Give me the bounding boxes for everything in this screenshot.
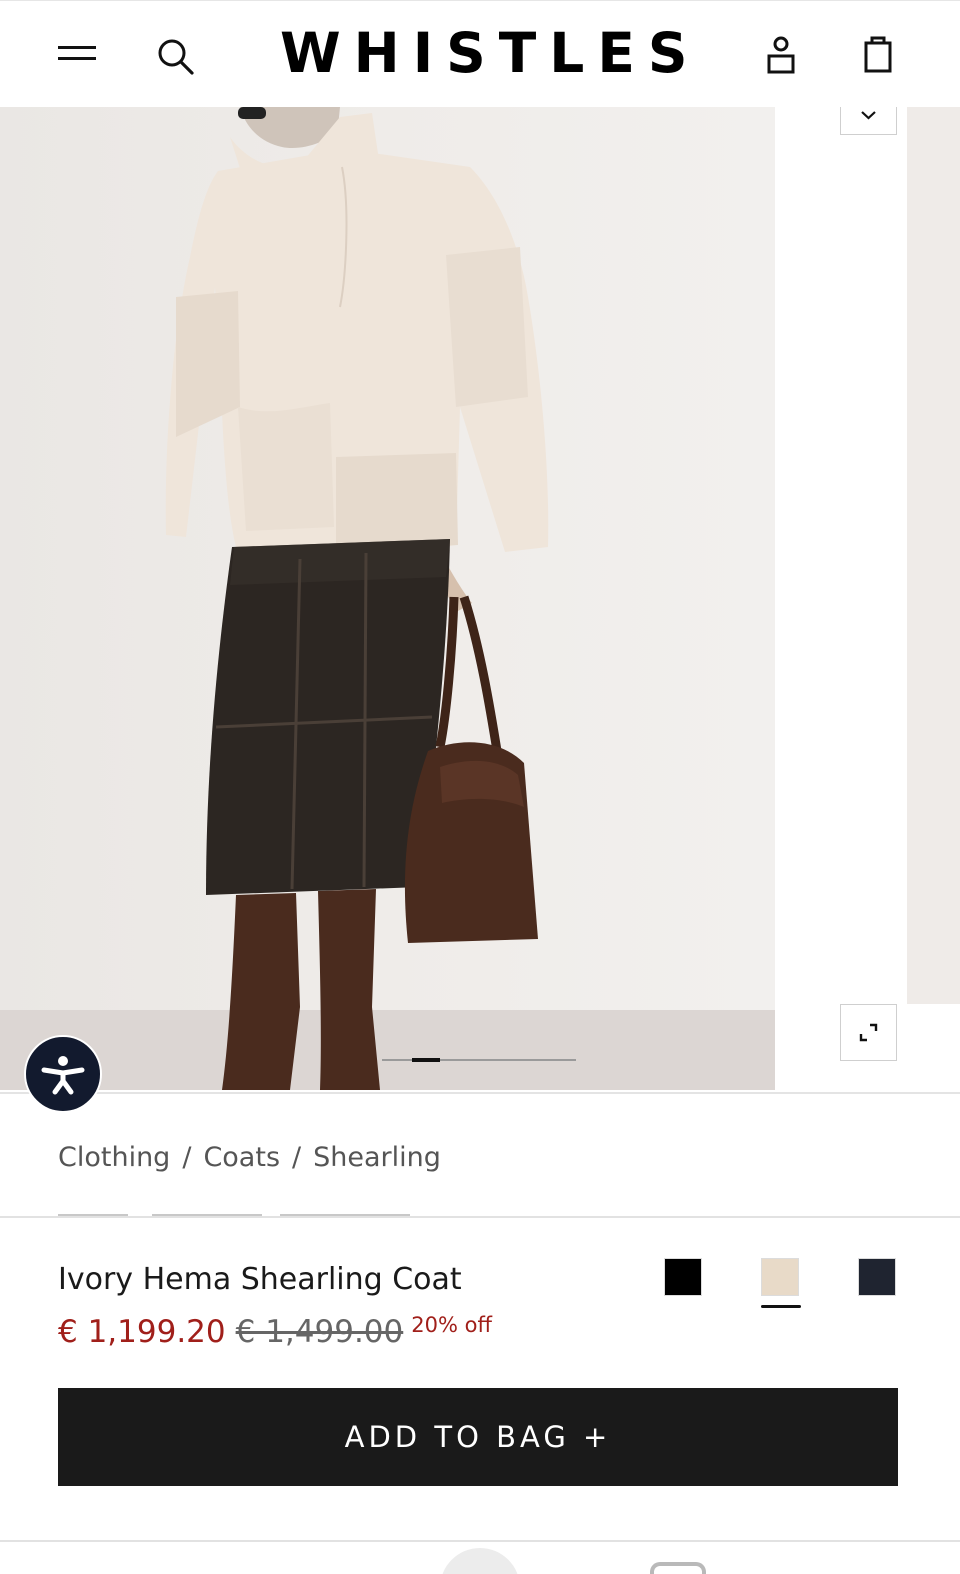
accessibility-button[interactable] bbox=[24, 1035, 102, 1113]
next-product-image[interactable] bbox=[907, 107, 960, 1004]
accessibility-icon bbox=[41, 1056, 85, 1095]
search-icon[interactable] bbox=[154, 35, 196, 77]
divider bbox=[0, 1092, 960, 1094]
sale-price: € 1,199.20 bbox=[58, 1314, 226, 1350]
partially-visible-icon bbox=[650, 1562, 706, 1574]
brand-logo[interactable]: WHISTLES bbox=[280, 23, 688, 83]
product-gallery[interactable] bbox=[0, 97, 960, 1113]
product-image[interactable] bbox=[0, 107, 775, 1090]
shopping-bag-icon[interactable] bbox=[858, 33, 898, 75]
product-title: Ivory Hema Shearling Coat bbox=[58, 1262, 462, 1297]
divider bbox=[0, 1540, 960, 1542]
partially-visible-button bbox=[440, 1548, 520, 1574]
color-swatch-ivory[interactable] bbox=[761, 1258, 799, 1296]
original-price: € 1,499.00 bbox=[235, 1314, 404, 1350]
price-row: € 1,199.20 € 1,499.00 20% off bbox=[58, 1310, 492, 1354]
breadcrumb-clothing[interactable]: Clothing bbox=[58, 1142, 170, 1173]
menu-icon[interactable] bbox=[58, 41, 96, 65]
color-swatch-black[interactable] bbox=[664, 1258, 702, 1296]
breadcrumb-separator: / bbox=[182, 1142, 192, 1173]
add-to-bag-button[interactable]: ADD TO BAG + bbox=[58, 1388, 898, 1486]
sticky-product-bar: Ivory Hema Shearling Coat € 1,199.20 € 1,… bbox=[0, 1216, 960, 1574]
discount-badge: 20% off bbox=[411, 1313, 492, 1337]
expand-icon bbox=[859, 1023, 877, 1041]
slide-progress-indicator bbox=[412, 1058, 440, 1062]
breadcrumb-shearling[interactable]: Shearling bbox=[313, 1142, 441, 1173]
breadcrumb: Clothing / Coats / Shearling bbox=[58, 1138, 441, 1178]
site-header: WHISTLES bbox=[0, 0, 960, 107]
selected-swatch-indicator bbox=[761, 1305, 801, 1308]
expand-image-button[interactable] bbox=[840, 1004, 897, 1061]
breadcrumb-coats[interactable]: Coats bbox=[203, 1142, 280, 1173]
color-swatch-navy[interactable] bbox=[858, 1258, 896, 1296]
account-icon[interactable] bbox=[762, 35, 800, 75]
breadcrumb-separator: / bbox=[292, 1142, 302, 1173]
